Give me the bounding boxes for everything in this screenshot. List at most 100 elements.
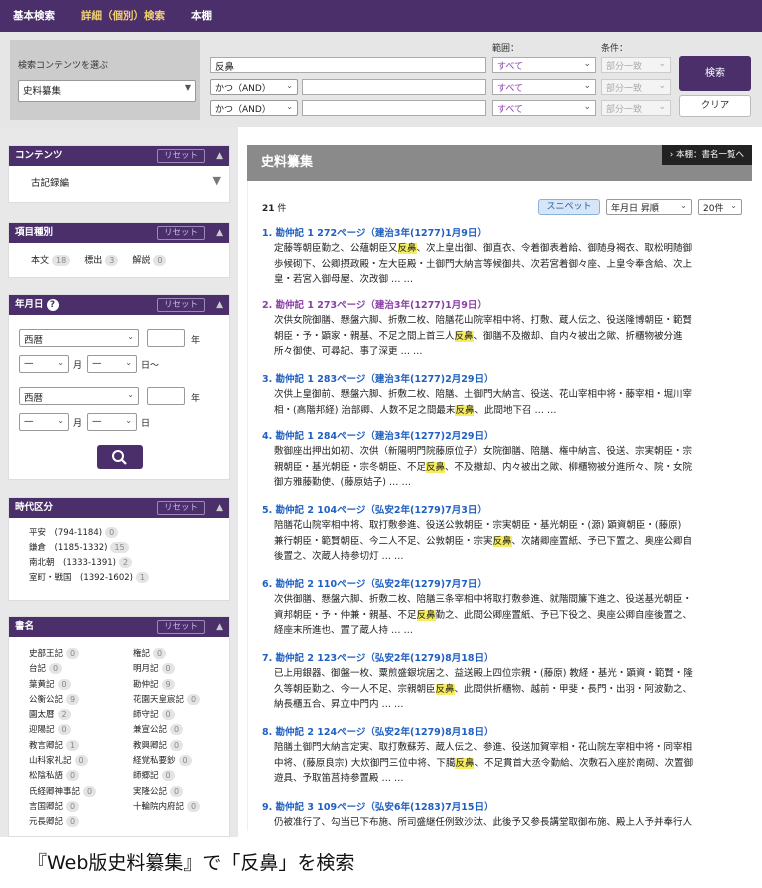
result-title-link[interactable]: 6. 勘仲記 2 110ページ（弘安2年(1279)7月7日）	[262, 578, 742, 592]
facet-item[interactable]: 言国卿記 0	[29, 800, 96, 815]
cond-select-1[interactable]: 部分一致 ⌄	[601, 57, 671, 73]
facet-item[interactable]: 室町・戦国 (1392-1602) 1	[29, 571, 209, 586]
cond-value-2: 部分一致	[606, 84, 643, 94]
facet-item[interactable]: 経覚私要鈔 0	[133, 754, 200, 769]
facet-item-label: 氏経卿神事記	[29, 786, 81, 797]
result-title-link[interactable]: 1. 勘仲記 1 272ページ（建治3年(1277)1月9日）	[262, 227, 742, 241]
era-select-to[interactable]: 西暦 ⌄	[19, 387, 139, 405]
result-title-link[interactable]: 8. 勘仲記 2 124ページ（弘安2年(1279)8月18日）	[262, 726, 742, 740]
help-icon[interactable]: ?	[46, 299, 59, 311]
era-select-from[interactable]: 西暦 ⌄	[19, 329, 139, 347]
result-title-link[interactable]: 5. 勘仲記 2 104ページ（弘安2年(1279)7月3日）	[262, 504, 742, 518]
per-page-select[interactable]: 20件 ⌄	[698, 199, 742, 215]
facet-item[interactable]: 師郷記 0	[133, 769, 200, 784]
operator-select-3[interactable]: かつ（AND） ⌄	[210, 100, 298, 116]
count-badge: 0	[57, 724, 71, 736]
facet-item[interactable]: 迎陽記 0	[29, 723, 96, 738]
facet-item[interactable]: 実隆公記 0	[133, 785, 200, 800]
result-title-link[interactable]: 2. 勘仲記 1 273ページ（建治3年(1277)1月9日）	[262, 299, 742, 313]
expand-icon[interactable]: ▼	[213, 174, 221, 187]
cond-select-2[interactable]: 部分一致 ⌄	[601, 79, 671, 95]
facet-item[interactable]: 公衡公記 9	[29, 693, 96, 708]
era-value: 西暦	[24, 335, 44, 346]
facet-item[interactable]: 平安 (794-1184) 0	[29, 526, 209, 541]
facet-item[interactable]: 標出 3	[84, 253, 119, 266]
year-input-from[interactable]	[147, 329, 185, 347]
date-search-button[interactable]	[97, 445, 143, 469]
clear-button[interactable]: クリア	[679, 95, 751, 117]
scope-select-3[interactable]: すべて ⌄	[492, 100, 596, 116]
cond-select-3[interactable]: 部分一致 ⌄	[601, 100, 671, 116]
collapse-icon[interactable]: ▲	[216, 295, 223, 315]
facet-item-label: 葉黄記	[29, 679, 55, 690]
snippet-text: 敷御座出押出如初、次供（新陽明門院藤原位子）女院御膳、陪膳、権中納言、役送、宗実…	[274, 446, 693, 457]
facet-item[interactable]: 本文 18	[31, 253, 71, 266]
facet-item[interactable]: 元長卿記 0	[29, 815, 96, 830]
result-snippet: 次供上皇御前、懸盤六脚、折敷二枚、陪膳、土御門大納言、役送、花山宰相中将・藤宰相…	[262, 387, 742, 418]
month-select-to[interactable]: — ⌄	[19, 413, 69, 431]
month-select-from[interactable]: — ⌄	[19, 355, 69, 373]
day-select-from[interactable]: — ⌄	[87, 355, 137, 373]
facet-contents-item[interactable]: 古記録編 ▼	[9, 166, 229, 198]
content-select[interactable]: 史料纂集 ▼	[18, 80, 196, 102]
keyword-input-2[interactable]	[302, 79, 486, 95]
search-button[interactable]: 検索	[679, 56, 751, 91]
snippet-text: 経座末所進也、置了蔵人持 … …	[274, 625, 414, 636]
count-badge: 0	[66, 816, 80, 828]
collapse-icon[interactable]: ▲	[216, 223, 223, 243]
facet-item[interactable]: 教興卿記 0	[133, 739, 200, 754]
result-count: 21 件	[262, 201, 286, 214]
facet-item-label: 標出	[84, 256, 103, 266]
facet-item[interactable]: 十輪院内府記 0	[133, 800, 201, 815]
collapse-icon[interactable]: ▲	[216, 498, 223, 518]
facet-item[interactable]: 教言卿記 1	[29, 739, 96, 754]
collapse-icon[interactable]: ▲	[216, 146, 223, 166]
scope-select-2[interactable]: すべて ⌄	[492, 79, 596, 95]
facet-item[interactable]: 兼宣公記 0	[133, 723, 200, 738]
day-select-to[interactable]: — ⌄	[87, 413, 137, 431]
facet-item[interactable]: 山科家礼記 0	[29, 754, 96, 769]
facet-item[interactable]: 台記 0	[29, 662, 96, 677]
facet-item[interactable]: 花園天皇宸記 0	[133, 693, 201, 708]
keyword-input-3[interactable]	[302, 100, 486, 116]
reset-button[interactable]: リセット	[156, 149, 205, 163]
result-title-link[interactable]: 3. 勘仲記 1 283ページ（建治3年(1277)2月29日）	[262, 373, 742, 387]
facet-item[interactable]: 葉黄記 0	[29, 678, 96, 693]
snippet-text: 親朝臣・基光朝臣・宗冬朝臣、不足	[274, 461, 427, 473]
tab-basic-search[interactable]: 基本検索	[0, 0, 68, 32]
facet-item[interactable]: 解説 0	[132, 253, 167, 266]
facet-item[interactable]: 師守記 0	[133, 708, 200, 723]
facet-title: 時代区分	[15, 502, 54, 513]
facet-title: コンテンツ	[15, 150, 63, 161]
sort-select[interactable]: 年月日 昇順 ⌄	[606, 199, 692, 215]
snippet-toggle[interactable]: スニペット	[538, 199, 600, 215]
snippet-text: 資邦朝臣・予・仲兼・親基、不足	[274, 609, 417, 621]
operator-select-2[interactable]: かつ（AND） ⌄	[210, 79, 298, 95]
facet-item[interactable]: 史部王記 0	[29, 647, 96, 662]
facet-item[interactable]: 勘仲記 9	[133, 678, 200, 693]
facet-item[interactable]: 氏経卿神事記 0	[29, 785, 97, 800]
keyword-input-1[interactable]: 反鼻	[210, 57, 486, 73]
facet-item[interactable]: 明月記 0	[133, 662, 200, 677]
facet-item[interactable]: 鎌倉 (1185-1332) 15	[29, 541, 209, 556]
result-item: 1. 勘仲記 1 272ページ（建治3年(1277)1月9日） 定藤等朝臣勤之、公…	[262, 227, 742, 288]
result-title-link[interactable]: 7. 勘仲記 2 123ページ（弘安2年(1279)8月18日）	[262, 652, 742, 666]
collapse-icon[interactable]: ▲	[216, 617, 223, 637]
result-title-link[interactable]: 4. 勘仲記 1 284ページ（建治3年(1277)2月29日）	[262, 430, 742, 444]
reset-button[interactable]: リセット	[156, 226, 205, 240]
scope-select-1[interactable]: すべて ⌄	[492, 57, 596, 73]
result-title-link[interactable]: 9. 勘仲記 3 109ページ（弘安6年(1283)7月15日）	[262, 801, 742, 815]
facet-item[interactable]: 松陰私語 0	[29, 769, 96, 784]
reset-button[interactable]: リセット	[156, 620, 205, 634]
year-input-to[interactable]	[147, 387, 185, 405]
bookshelf-link[interactable]: › 本棚：書名一覧へ	[661, 145, 752, 165]
reset-button[interactable]: リセット	[156, 298, 205, 312]
tab-detail-search[interactable]: 詳細（個別）検索	[68, 0, 178, 32]
facet-item[interactable]: 権記 0	[133, 647, 200, 662]
facet-date-header: 年月日? リセット ▲	[9, 295, 229, 315]
result-snippet: 陪膳土御門大納言定実、取打敷蘇芳、蔵人伝之、参進、役送加賀宰相・花山院左宰相中将…	[262, 740, 742, 787]
tab-bookshelf[interactable]: 本棚	[178, 0, 225, 32]
reset-button[interactable]: リセット	[156, 501, 205, 515]
facet-item[interactable]: 南北朝 (1333-1391) 2	[29, 556, 209, 571]
facet-item[interactable]: 園太暦 2	[29, 708, 96, 723]
